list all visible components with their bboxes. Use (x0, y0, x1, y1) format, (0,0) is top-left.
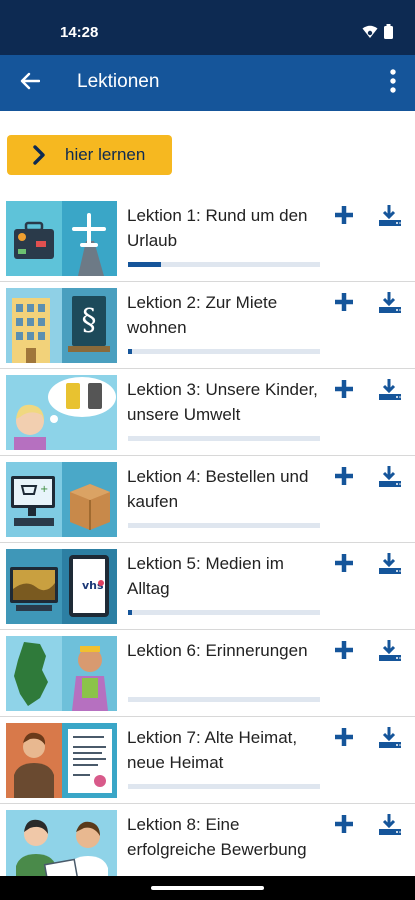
download-icon (378, 377, 404, 408)
download-icon (378, 725, 404, 756)
overflow-menu-button[interactable] (381, 67, 405, 99)
battery-icon (384, 24, 393, 44)
download-icon (378, 203, 404, 234)
lesson-progress-bar (128, 436, 320, 441)
download-button[interactable] (377, 813, 405, 841)
lesson-item-2[interactable]: § Lektion 2: Zur Miete wohnen (0, 282, 415, 369)
lesson-item-5[interactable]: vhs Lektion 5: Medien im Alltag (0, 543, 415, 630)
arrow-left-icon (20, 72, 41, 95)
lesson-thumbnail-man-document (6, 723, 117, 798)
learn-here-button[interactable]: hier lernen (7, 135, 172, 175)
lesson-thumbnail-girl-thinking-bins (6, 375, 117, 450)
download-icon (378, 812, 404, 843)
lesson-thumbnail-computer-parcel: + (6, 462, 117, 537)
lesson-progress-fill (128, 262, 161, 267)
lesson-title: Lektion 2: Zur Miete wohnen (127, 293, 278, 337)
lesson-thumbnail-suitcase-airplane (6, 201, 117, 276)
status-time: 14:28 (60, 24, 99, 41)
more-vertical-icon (390, 68, 396, 98)
lesson-progress-fill (128, 349, 132, 354)
plus-icon (333, 639, 355, 666)
lesson-title: Lektion 3: Unsere Kinder, unsere Umwelt (127, 380, 318, 424)
plus-icon (333, 465, 355, 492)
plus-icon (333, 552, 355, 579)
lesson-progress-bar (128, 262, 320, 267)
chevron-right-icon (27, 143, 51, 167)
svg-text:§: § (82, 303, 97, 338)
lesson-item-4[interactable]: + Lektion 4: Bestellen und kaufen (0, 456, 415, 543)
lesson-item-6[interactable]: Lektion 6: Erinnerungen (0, 630, 415, 717)
status-bar: 14:28 (0, 0, 415, 55)
lesson-title: Lektion 8: Eine erfolgreiche Bewerbung (127, 815, 307, 859)
lesson-progress-bar (128, 523, 320, 528)
lesson-title: Lektion 6: Erinnerungen (127, 641, 308, 660)
plus-icon (333, 291, 355, 318)
download-icon (378, 551, 404, 582)
lesson-item-3[interactable]: Lektion 3: Unsere Kinder, unsere Umwelt (0, 369, 415, 456)
download-button[interactable] (377, 465, 405, 493)
plus-icon (333, 813, 355, 840)
plus-icon (333, 378, 355, 405)
lesson-progress-bar (128, 349, 320, 354)
app-bar: Lektionen (0, 55, 415, 111)
add-button[interactable] (331, 465, 357, 491)
svg-text:+: + (40, 484, 48, 495)
lesson-thumbnail-building-law-book: § (6, 288, 117, 363)
lesson-item-7[interactable]: Lektion 7: Alte Heimat, neue Heimat (0, 717, 415, 804)
download-button[interactable] (377, 204, 405, 232)
lesson-progress-bar (128, 697, 320, 702)
add-button[interactable] (331, 813, 357, 839)
lesson-thumbnail-tv-tablet: vhs (6, 549, 117, 624)
learn-here-label: hier lernen (65, 145, 146, 164)
lesson-progress-bar (128, 610, 320, 615)
lesson-thumbnail-interview (6, 810, 117, 885)
back-button[interactable] (14, 67, 46, 99)
plus-icon (333, 204, 355, 231)
download-button[interactable] (377, 639, 405, 667)
download-button[interactable] (377, 378, 405, 406)
download-button[interactable] (377, 726, 405, 754)
download-button[interactable] (377, 552, 405, 580)
lesson-progress-bar (128, 784, 320, 789)
home-gesture-handle[interactable] (151, 886, 264, 890)
status-icons (362, 24, 393, 44)
download-icon (378, 638, 404, 669)
add-button[interactable] (331, 639, 357, 665)
wifi-icon (362, 25, 378, 44)
add-button[interactable] (331, 726, 357, 752)
download-icon (378, 464, 404, 495)
lesson-thumbnail-map-woman (6, 636, 117, 711)
lesson-title: Lektion 4: Bestellen und kaufen (127, 467, 309, 511)
lesson-progress-fill (128, 610, 132, 615)
add-button[interactable] (331, 378, 357, 404)
add-button[interactable] (331, 291, 357, 317)
download-icon (378, 290, 404, 321)
lesson-title: Lektion 1: Rund um den Urlaub (127, 206, 308, 250)
system-navigation-bar (0, 876, 415, 900)
page-title: Lektionen (77, 71, 160, 92)
lesson-title: Lektion 7: Alte Heimat, neue Heimat (127, 728, 298, 772)
lesson-item-1[interactable]: Lektion 1: Rund um den Urlaub (0, 195, 415, 282)
lesson-title: Lektion 5: Medien im Alltag (127, 554, 284, 598)
plus-icon (333, 726, 355, 753)
add-button[interactable] (331, 204, 357, 230)
add-button[interactable] (331, 552, 357, 578)
download-button[interactable] (377, 291, 405, 319)
